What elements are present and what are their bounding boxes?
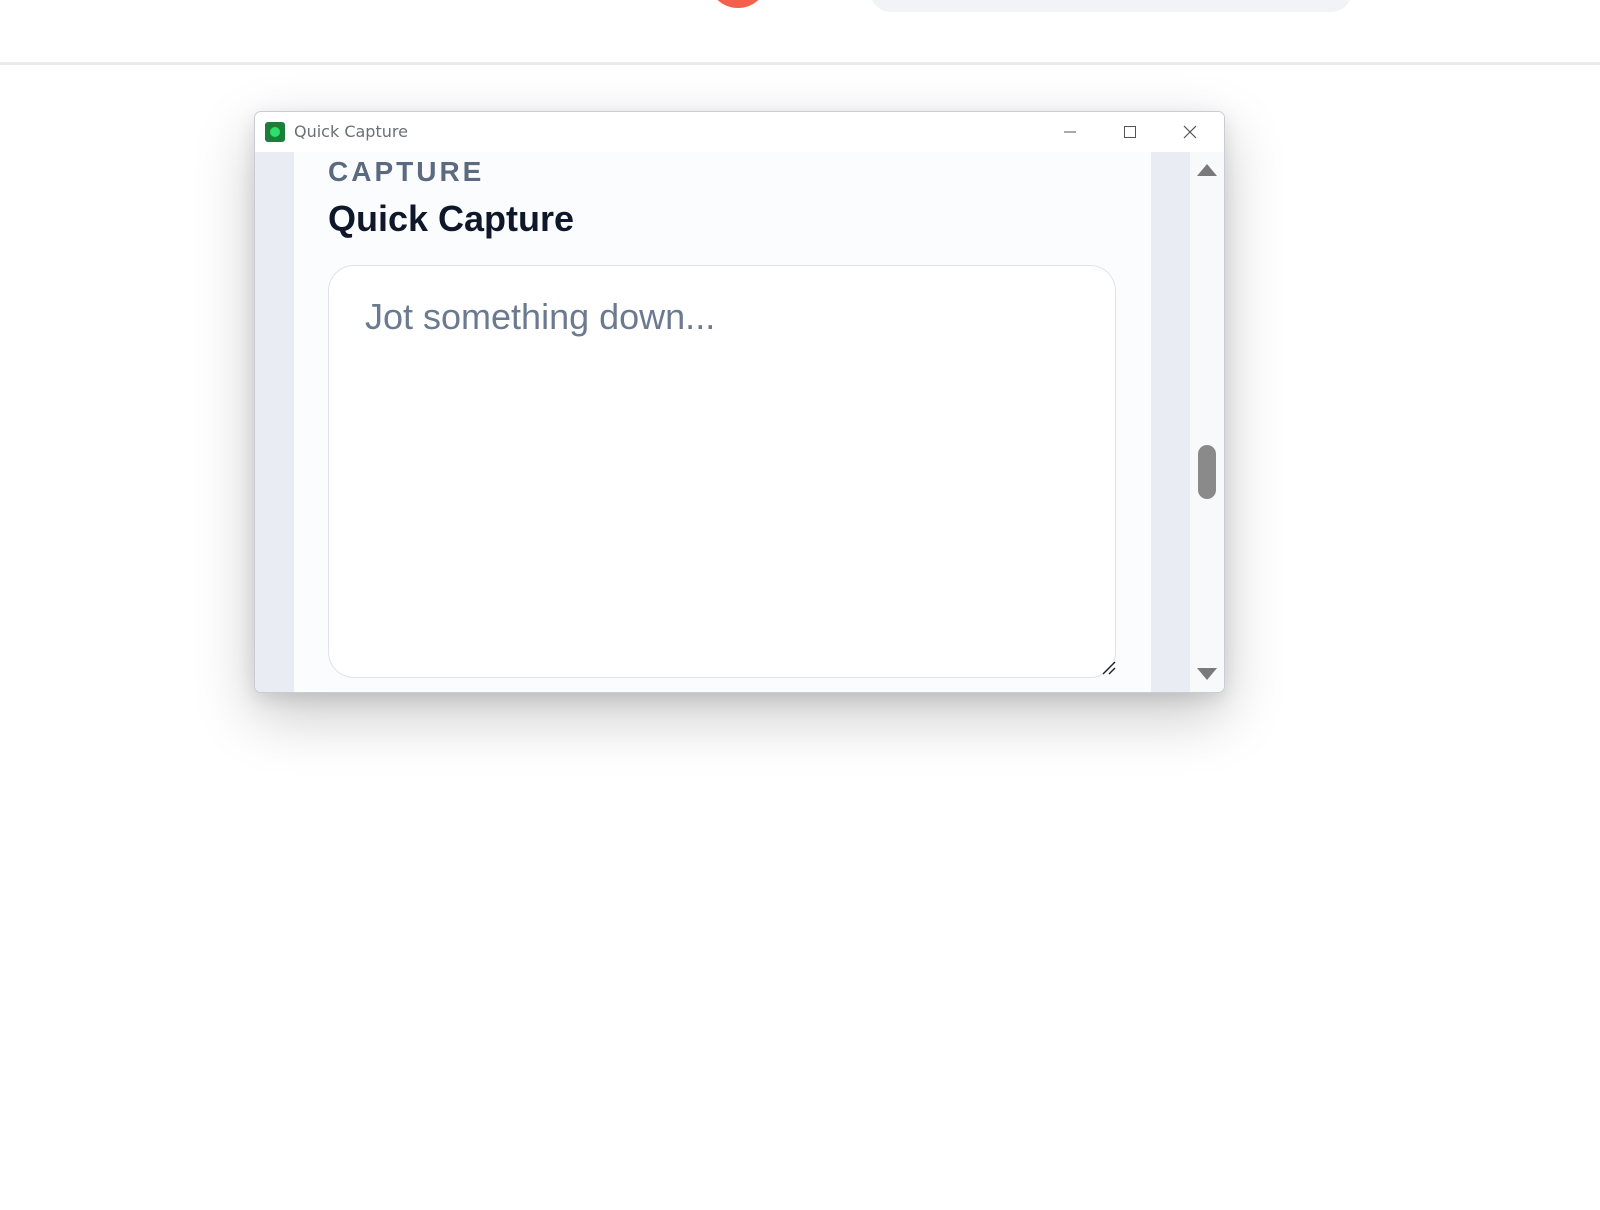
window-title: Quick Capture	[294, 122, 408, 141]
maximize-button[interactable]	[1100, 112, 1160, 152]
close-icon	[1183, 125, 1197, 139]
maximize-icon	[1124, 126, 1136, 138]
capture-card: CAPTURE Quick Capture	[294, 152, 1151, 692]
minimize-button[interactable]	[1040, 112, 1100, 152]
close-button[interactable]	[1160, 112, 1220, 152]
scroll-down-button[interactable]	[1194, 664, 1220, 684]
capture-textarea[interactable]	[328, 265, 1116, 678]
resize-grip-icon[interactable]	[1102, 661, 1116, 675]
title-bar[interactable]: Quick Capture	[255, 112, 1224, 152]
vertical-scrollbar[interactable]	[1190, 152, 1224, 692]
quick-capture-window: Quick Capture CAPTURE Quick Capture	[254, 111, 1225, 693]
section-eyebrow: CAPTURE	[328, 156, 485, 187]
search-bar[interactable]	[870, 0, 1352, 12]
arrow-down-icon	[1197, 668, 1217, 680]
scrollbar-thumb[interactable]	[1198, 445, 1216, 499]
arrow-up-icon	[1197, 164, 1217, 176]
window-content: CAPTURE Quick Capture	[255, 152, 1224, 692]
minimize-icon	[1064, 131, 1076, 133]
page-title: Quick Capture	[328, 198, 575, 239]
scroll-up-button[interactable]	[1194, 160, 1220, 180]
app-icon	[265, 122, 285, 142]
background-topbar	[0, 0, 1600, 65]
